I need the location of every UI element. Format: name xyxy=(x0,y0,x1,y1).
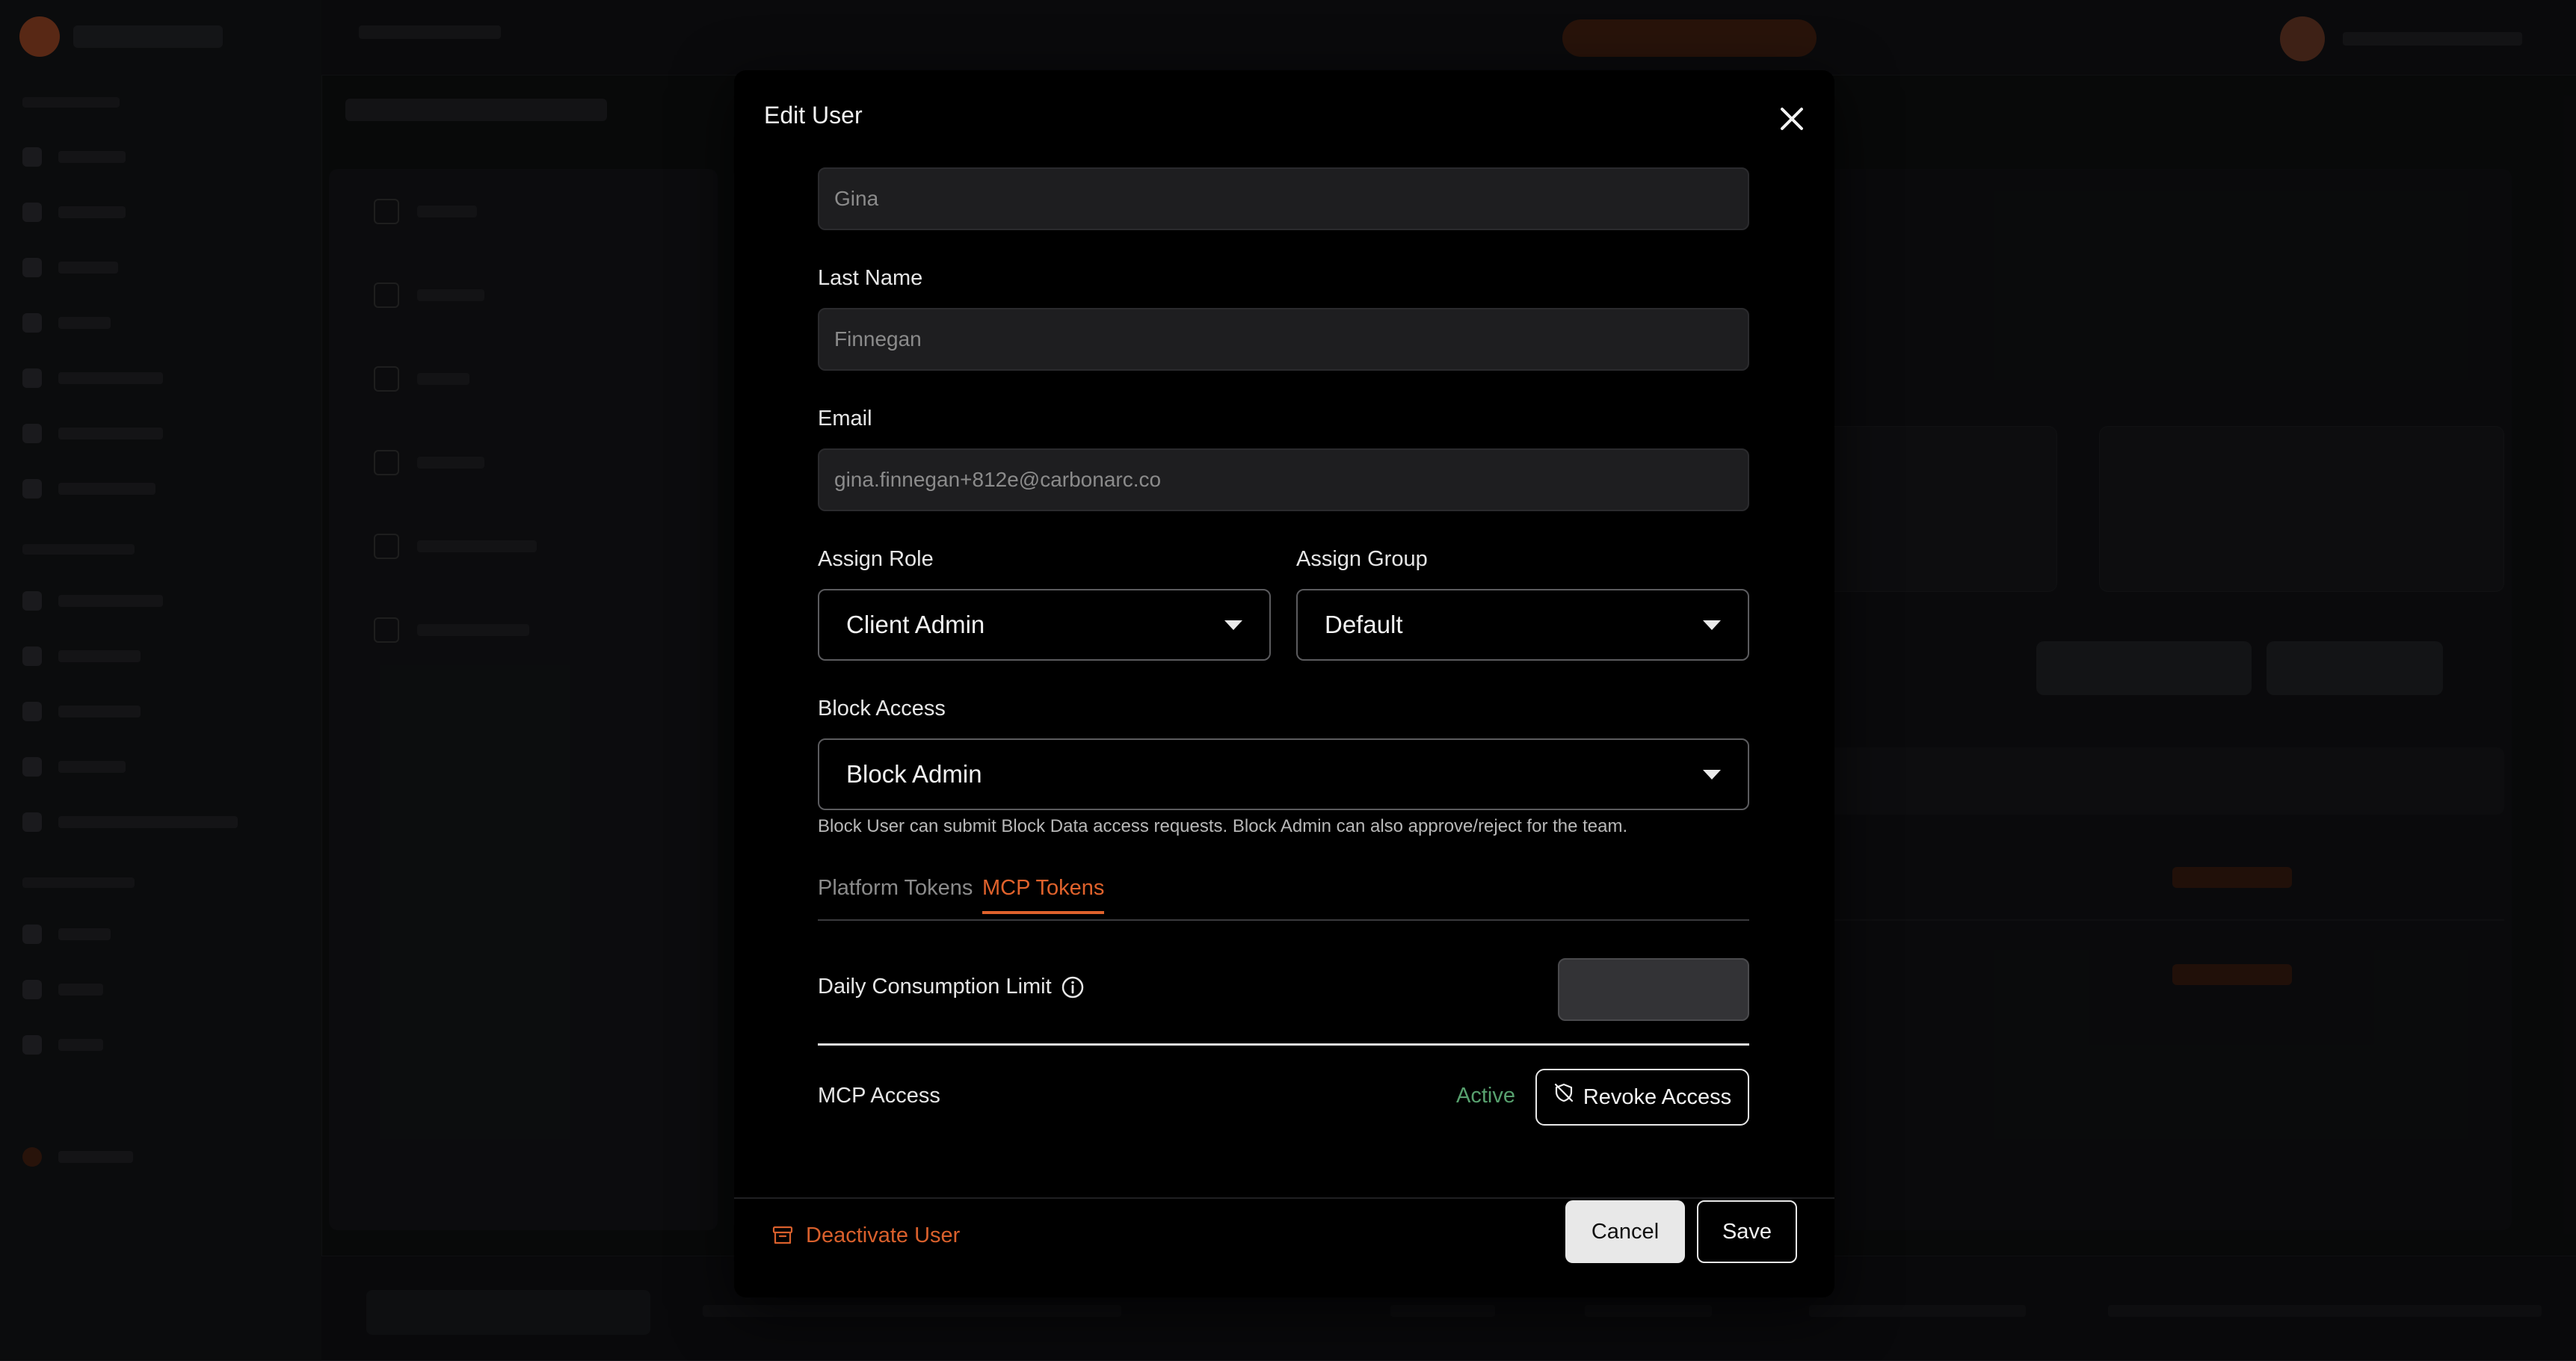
assign-group-label: Assign Group xyxy=(1296,547,1428,571)
archive-icon xyxy=(772,1226,793,1244)
assign-group-select[interactable]: Default xyxy=(1296,589,1749,661)
section-divider xyxy=(818,1043,1749,1046)
daily-limit-input[interactable] xyxy=(1558,958,1749,1021)
revoke-access-label: Revoke Access xyxy=(1583,1084,1732,1109)
token-tabs: Platform Tokens MCP Tokens xyxy=(818,876,1749,921)
chevron-down-icon xyxy=(1703,620,1721,630)
first-name-field[interactable]: Gina xyxy=(818,167,1749,230)
edit-user-modal: Edit User Gina Last Name Finnegan Email … xyxy=(734,70,1834,1297)
chevron-down-icon xyxy=(1224,620,1242,630)
tab-mcp-tokens[interactable]: MCP Tokens xyxy=(982,876,1105,914)
chevron-down-icon xyxy=(1703,769,1721,780)
deactivate-user-label: Deactivate User xyxy=(806,1223,961,1247)
cancel-button[interactable]: Cancel xyxy=(1565,1200,1685,1263)
block-access-select[interactable]: Block Admin xyxy=(818,738,1749,810)
mcp-access-status: Active xyxy=(1456,1084,1515,1108)
daily-limit-row: Daily Consumption Limit xyxy=(818,975,1085,999)
assign-role-value: Client Admin xyxy=(846,611,985,638)
close-button[interactable] xyxy=(1773,100,1811,138)
modal-title: Edit User xyxy=(764,102,863,129)
first-name-value: Gina xyxy=(834,187,879,210)
last-name-value: Finnegan xyxy=(834,327,922,351)
assign-role-label: Assign Role xyxy=(818,547,934,571)
email-label: Email xyxy=(818,407,872,430)
assign-role-select[interactable]: Client Admin xyxy=(818,589,1271,661)
info-icon[interactable] xyxy=(1061,975,1085,999)
email-value: gina.finnegan+812e@carbonarc.co xyxy=(834,468,1162,491)
block-access-label: Block Access xyxy=(818,697,946,720)
modal-footer-divider xyxy=(734,1197,1834,1199)
block-access-value: Block Admin xyxy=(846,760,982,788)
assign-group-value: Default xyxy=(1325,611,1403,638)
daily-limit-label: Daily Consumption Limit xyxy=(818,975,1052,999)
shield-off-icon xyxy=(1554,1083,1573,1102)
block-access-helper-text: Block User can submit Block Data access … xyxy=(818,816,1628,836)
save-button[interactable]: Save xyxy=(1697,1200,1797,1263)
email-field[interactable]: gina.finnegan+812e@carbonarc.co xyxy=(818,448,1749,511)
last-name-field[interactable]: Finnegan xyxy=(818,308,1749,371)
close-icon xyxy=(1781,108,1803,130)
deactivate-user-button[interactable]: Deactivate User xyxy=(771,1214,960,1257)
revoke-access-button[interactable]: Revoke Access xyxy=(1535,1069,1749,1126)
last-name-label: Last Name xyxy=(818,266,923,290)
tab-platform-tokens[interactable]: Platform Tokens xyxy=(818,876,973,901)
mcp-access-label: MCP Access xyxy=(818,1084,940,1108)
